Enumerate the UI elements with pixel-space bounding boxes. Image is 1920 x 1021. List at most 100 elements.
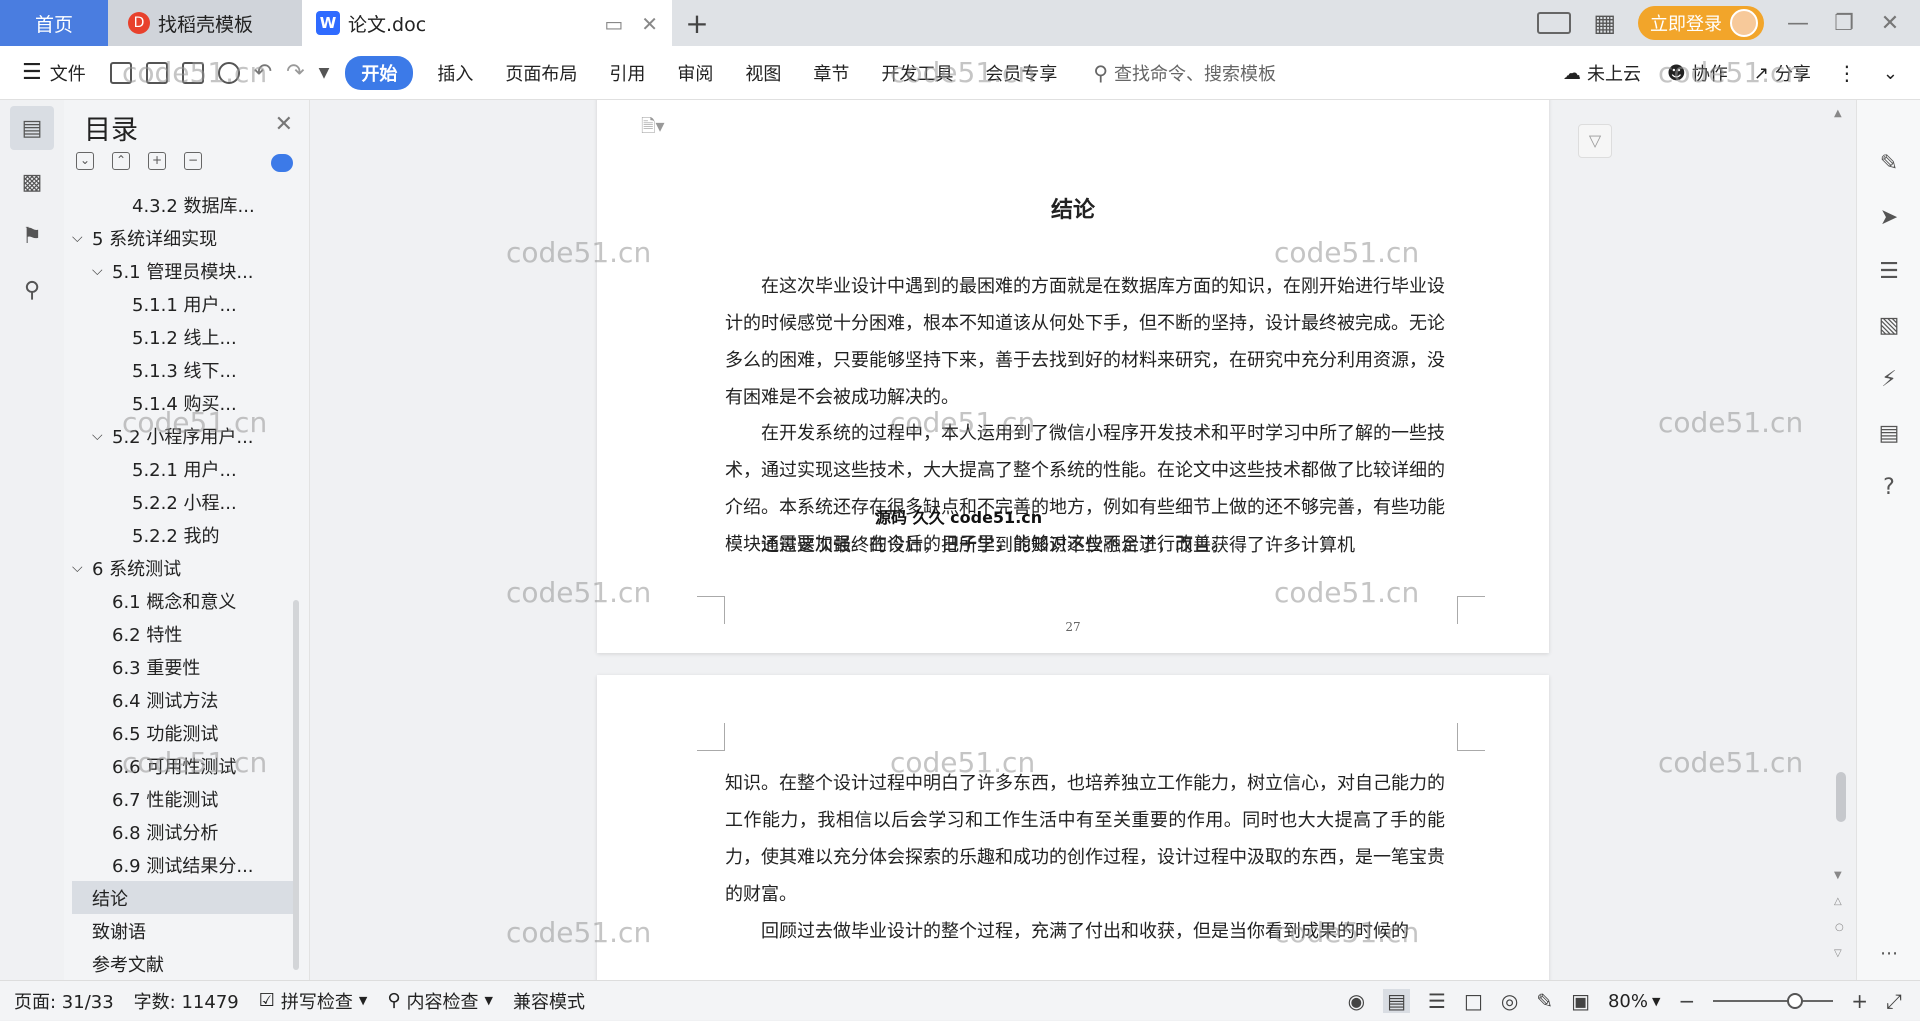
zoom-level[interactable]: 80% ▼ bbox=[1608, 991, 1660, 1012]
toc-item[interactable]: 6.3 重要性 bbox=[72, 650, 294, 683]
tab-home-ribbon[interactable]: 开始 bbox=[345, 55, 414, 90]
toc-item[interactable]: 结论 bbox=[72, 881, 294, 914]
zoom-slider[interactable] bbox=[1713, 993, 1834, 1009]
cursor-icon[interactable]: ➤ bbox=[1857, 190, 1920, 244]
add-heading-icon[interactable]: + bbox=[148, 152, 166, 170]
print-preview-icon[interactable] bbox=[217, 61, 240, 84]
close-window-icon[interactable]: ✕ bbox=[1878, 11, 1902, 36]
book-search-icon[interactable]: ▤ bbox=[1857, 406, 1920, 460]
toc-item[interactable]: 5.2.1 用户... bbox=[72, 452, 294, 485]
content-check-button[interactable]: ⚲ 内容检查 ▼ bbox=[377, 988, 503, 1014]
file-menu[interactable]: ☰ 文件 bbox=[0, 60, 102, 86]
toc-item[interactable]: 5.1.3 线下... bbox=[72, 353, 294, 386]
prev-page-icon[interactable]: △ bbox=[1834, 896, 1842, 907]
toc-item[interactable]: 6.6 可用性测试 bbox=[72, 749, 294, 782]
toc-scrollbar[interactable] bbox=[293, 600, 299, 970]
outline-view-icon[interactable]: ☰ bbox=[1428, 989, 1446, 1013]
zoom-slider-knob[interactable] bbox=[1787, 993, 1804, 1009]
translate-icon[interactable]: ▧ bbox=[1857, 298, 1920, 352]
chevron-down-icon[interactable]: ⌵ bbox=[72, 230, 92, 246]
toc-toggle-icon[interactable] bbox=[271, 154, 293, 172]
undo-icon[interactable]: ↶ bbox=[254, 60, 272, 85]
scroll-up-icon[interactable]: ▲ bbox=[1834, 108, 1842, 119]
login-button[interactable]: 立即登录 bbox=[1638, 6, 1764, 40]
chevron-down-icon[interactable]: ⌵ bbox=[92, 428, 112, 444]
toc-item[interactable]: 4.3.2 数据库... bbox=[72, 188, 294, 221]
select-object-icon[interactable]: ○ bbox=[1835, 922, 1844, 933]
spell-check-button[interactable]: ☑ 拼写检查 ▼ bbox=[249, 988, 378, 1014]
find-icon[interactable]: ⚲ bbox=[10, 268, 54, 312]
toc-item[interactable]: ⌵ 5.2 小程序用户... bbox=[72, 419, 294, 452]
toc-item[interactable]: 6.5 功能测试 bbox=[72, 716, 294, 749]
tab-document[interactable]: W 论文.doc ▭ ✕ bbox=[302, 0, 672, 46]
cloud-status[interactable]: ☁ 未上云 bbox=[1563, 60, 1641, 86]
tab-references[interactable]: 引用 bbox=[593, 60, 661, 86]
expand-all-icon[interactable]: ⌄ bbox=[76, 152, 94, 170]
word-count[interactable]: 字数: 11479 bbox=[124, 988, 249, 1014]
tab-chapter[interactable]: 章节 bbox=[797, 60, 865, 86]
print-icon[interactable] bbox=[181, 61, 204, 84]
monitor-icon[interactable]: ▭ bbox=[604, 12, 623, 36]
chevron-down-icon[interactable]: ⌵ bbox=[72, 560, 92, 576]
save-icon[interactable] bbox=[109, 61, 132, 84]
toc-item[interactable]: 6.8 测试分析 bbox=[72, 815, 294, 848]
tab-page-layout[interactable]: 页面布局 bbox=[489, 60, 593, 86]
page-indicator[interactable]: 页面: 31/33 bbox=[0, 988, 124, 1014]
toc-item[interactable]: ⌵ 5 系统详细实现 bbox=[72, 221, 294, 254]
toc-item[interactable]: 致谢语 bbox=[72, 914, 294, 947]
vertical-scrollbar[interactable]: ▲ ▼ △ ○ ▽ bbox=[1830, 100, 1850, 980]
navigation-icon[interactable]: ▩ bbox=[10, 160, 54, 204]
toc-item[interactable]: 6.2 特性 bbox=[72, 617, 294, 650]
settings-sliders-icon[interactable]: ☰ bbox=[1857, 244, 1920, 298]
more-icon[interactable]: ⋮ bbox=[1837, 61, 1857, 85]
next-page-icon[interactable]: ▽ bbox=[1834, 948, 1842, 959]
scroll-thumb[interactable] bbox=[1836, 772, 1846, 822]
help-icon[interactable]: ? bbox=[1857, 460, 1920, 514]
bookmark-icon[interactable]: ⚑ bbox=[10, 214, 54, 258]
zoom-in-icon[interactable]: + bbox=[1851, 989, 1868, 1013]
share-button[interactable]: ↗ 分享 bbox=[1754, 60, 1811, 86]
zoom-out-icon[interactable]: − bbox=[1678, 989, 1695, 1013]
collaborate-button[interactable]: ☻ 协作 bbox=[1667, 60, 1728, 86]
tab-insert[interactable]: 插入 bbox=[421, 60, 489, 86]
new-tab-button[interactable]: + bbox=[672, 0, 722, 46]
remove-heading-icon[interactable]: − bbox=[184, 152, 202, 170]
layout-icon[interactable] bbox=[1537, 12, 1572, 34]
toc-item[interactable]: 参考文献 bbox=[72, 947, 294, 976]
eye-protection-icon[interactable]: ◉ bbox=[1348, 989, 1365, 1013]
collapse-all-icon[interactable]: ⌃ bbox=[112, 152, 130, 170]
fit-page-icon[interactable]: ▣ bbox=[1571, 989, 1590, 1013]
toc-item[interactable]: 5.2.2 我的 bbox=[72, 518, 294, 551]
close-tab-icon[interactable]: ✕ bbox=[641, 12, 658, 36]
toc-item[interactable]: 6.7 性能测试 bbox=[72, 782, 294, 815]
scroll-down-icon[interactable]: ▼ bbox=[1834, 870, 1842, 881]
redo-icon[interactable]: ↷ bbox=[286, 60, 304, 85]
command-search[interactable]: ⚲ 查找命令、搜索模板 bbox=[1073, 60, 1276, 86]
toc-item[interactable]: ⌵ 5.1 管理员模块... bbox=[72, 254, 294, 287]
toc-item[interactable]: ⌵ 6 系统测试 bbox=[72, 551, 294, 584]
write-view-icon[interactable]: ✎ bbox=[1536, 989, 1553, 1013]
toc-item[interactable]: 5.1.1 用户... bbox=[72, 287, 294, 320]
tab-view[interactable]: 视图 bbox=[729, 60, 797, 86]
tab-template[interactable]: D 找稻壳模板 bbox=[108, 0, 302, 46]
collapse-ribbon-icon[interactable]: ⌄ bbox=[1883, 63, 1898, 84]
chevron-down-icon[interactable]: ▼ bbox=[319, 65, 330, 81]
edit-pen-icon[interactable]: ✎ bbox=[1857, 136, 1920, 190]
tab-developer[interactable]: 开发工具 bbox=[865, 60, 969, 86]
chevron-down-icon[interactable]: ⌵ bbox=[92, 263, 112, 279]
close-icon[interactable]: ✕ bbox=[275, 112, 293, 137]
toc-panel-icon[interactable]: ▤ bbox=[10, 106, 54, 150]
web-view-icon[interactable]: ◎ bbox=[1501, 989, 1518, 1013]
toc-item[interactable]: 6.4 测试方法 bbox=[72, 683, 294, 716]
tab-member[interactable]: 会员专享 bbox=[969, 60, 1073, 86]
tab-home[interactable]: 首页 bbox=[0, 0, 108, 46]
more-tools-icon[interactable]: ⋯ bbox=[1857, 926, 1920, 980]
toc-item[interactable]: 5.1.2 线上... bbox=[72, 320, 294, 353]
reading-view-icon[interactable]: □ bbox=[1464, 989, 1483, 1013]
tab-review[interactable]: 审阅 bbox=[661, 60, 729, 86]
fullscreen-icon[interactable]: ⤢ bbox=[1886, 989, 1902, 1013]
toc-item[interactable]: 5.1.4 购买... bbox=[72, 386, 294, 419]
filter-icon[interactable]: ▽ bbox=[1578, 124, 1612, 158]
toc-item[interactable]: 6.1 概念和意义 bbox=[72, 584, 294, 617]
page-menu-icon[interactable]: 🗎▾ bbox=[641, 114, 665, 144]
